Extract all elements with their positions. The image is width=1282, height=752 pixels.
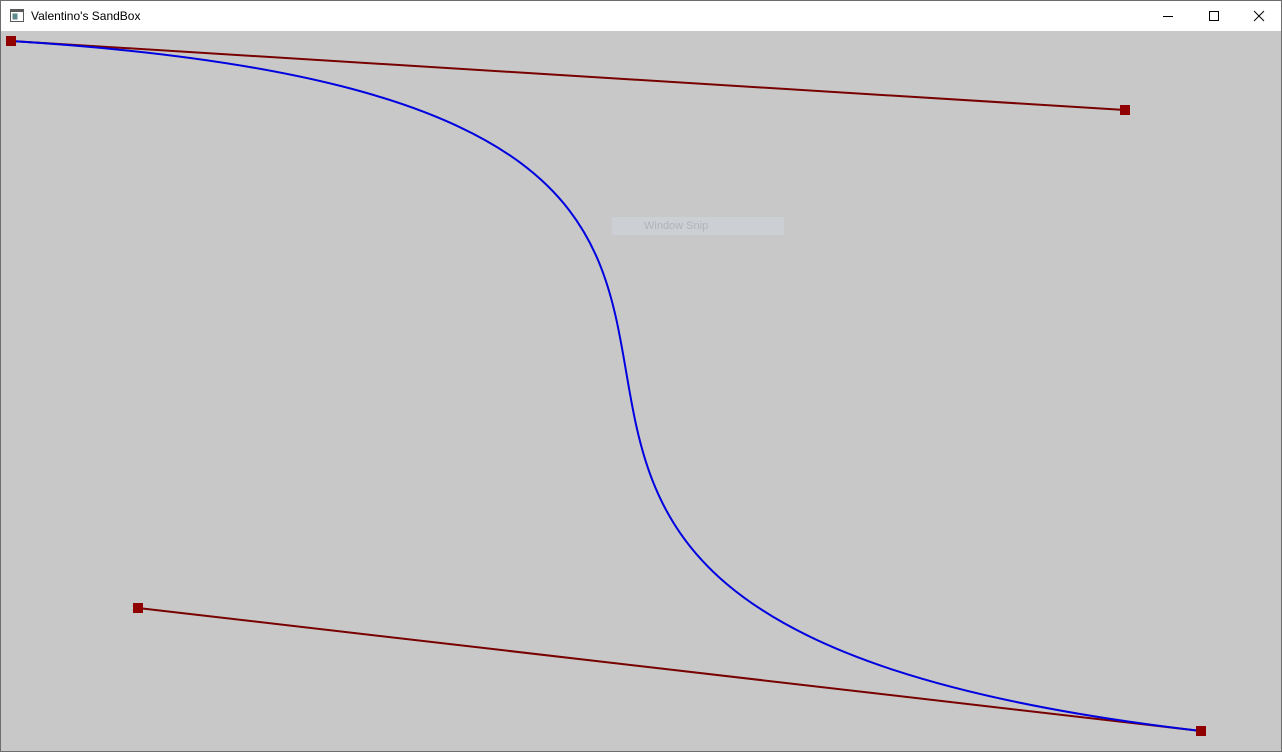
control-point-end[interactable] [1196, 726, 1206, 736]
control-point-handle-1[interactable] [1120, 105, 1130, 115]
close-button[interactable] [1236, 1, 1282, 31]
title-bar[interactable]: Valentino's SandBox [1, 1, 1281, 31]
bezier-scene[interactable] [1, 31, 1281, 751]
window-app-icon [10, 9, 24, 22]
close-icon [1253, 10, 1265, 22]
handle-line-top [10, 40, 1126, 111]
window-title: Valentino's SandBox [31, 9, 141, 23]
minimize-icon [1163, 16, 1173, 17]
handle-line-bottom [137, 607, 1202, 732]
control-point-start[interactable] [6, 36, 16, 46]
app-window: Valentino's SandBox Window Snip [0, 0, 1282, 752]
minimize-button[interactable] [1145, 1, 1191, 31]
bezier-curve [10, 40, 1202, 732]
sandbox-canvas[interactable]: Window Snip [1, 31, 1281, 751]
maximize-icon [1209, 11, 1219, 21]
control-point-handle-2[interactable] [133, 603, 143, 613]
maximize-button[interactable] [1191, 1, 1237, 31]
